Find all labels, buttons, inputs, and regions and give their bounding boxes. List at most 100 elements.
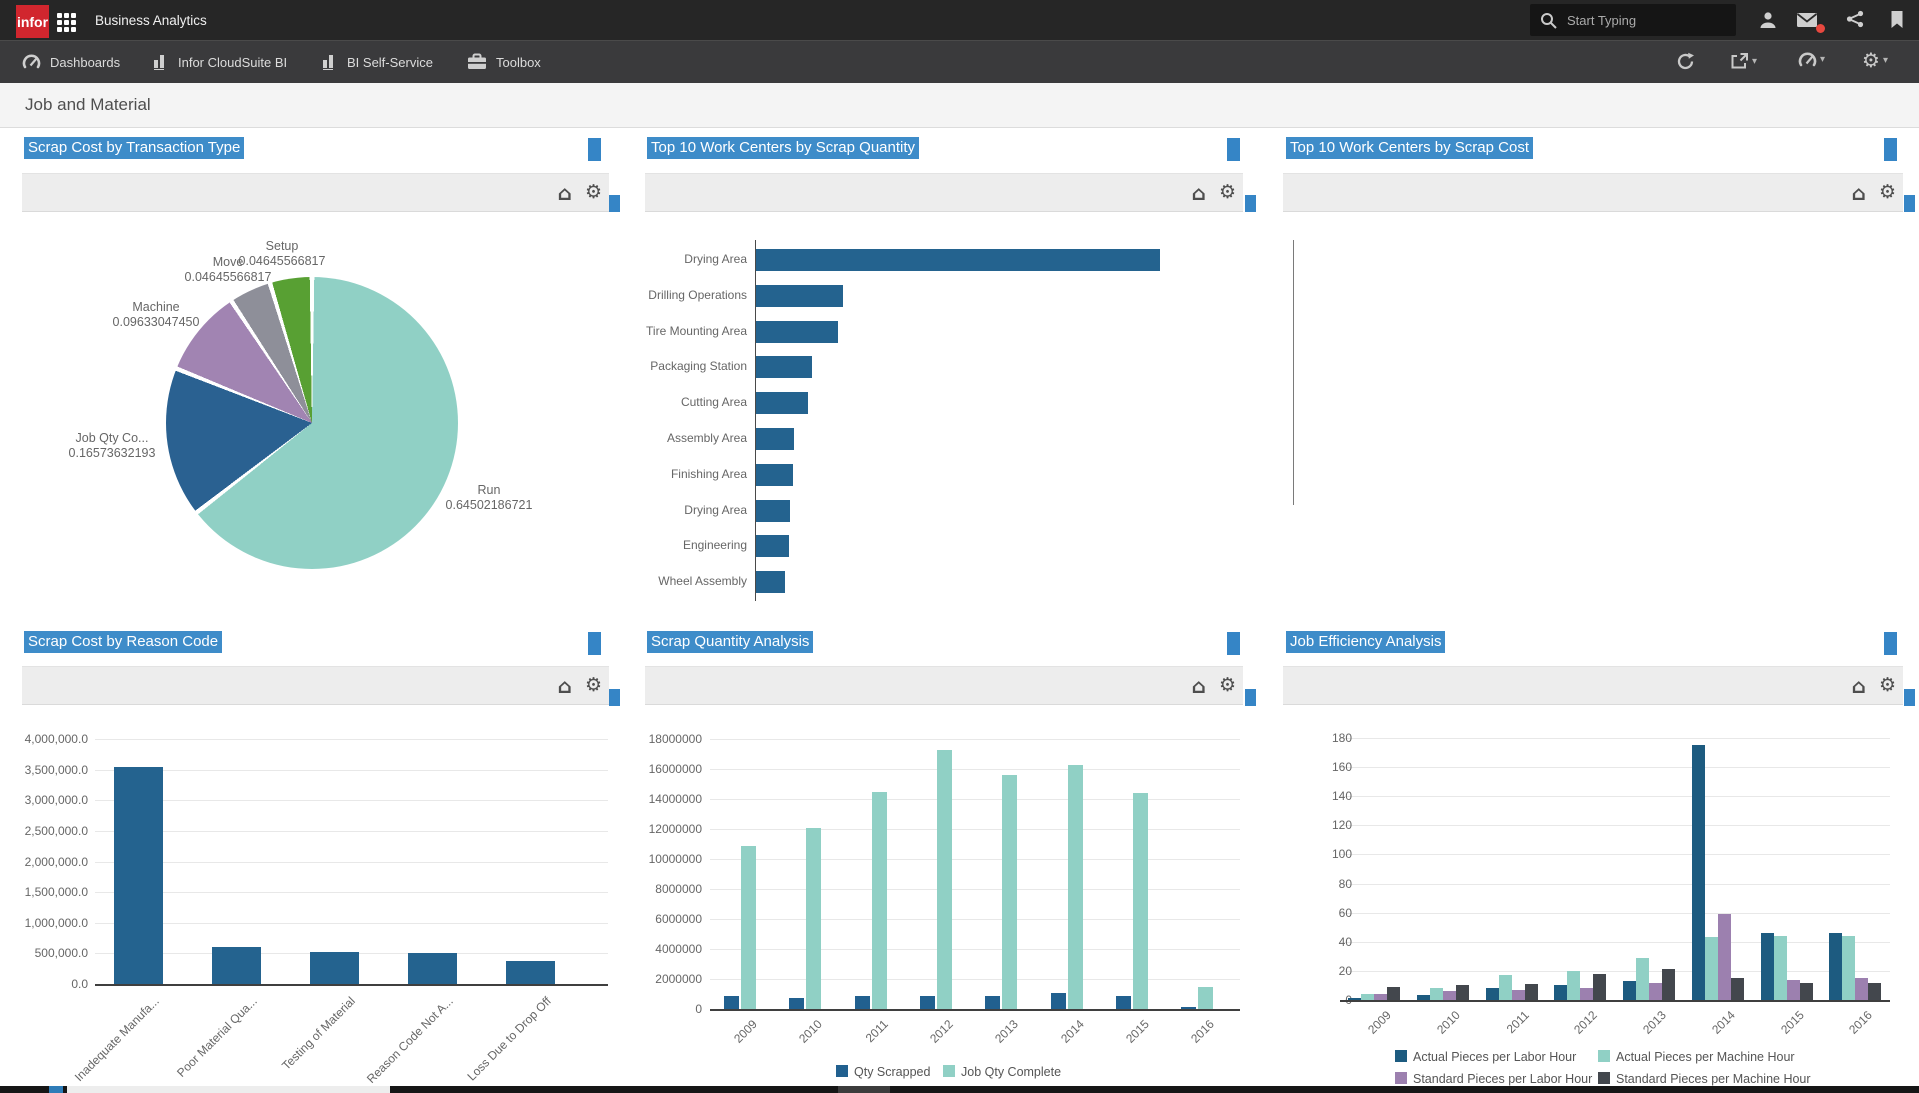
- bar[interactable]: [1731, 978, 1744, 1000]
- gear-icon[interactable]: ⚙: [1219, 183, 1236, 202]
- bar[interactable]: [1525, 984, 1538, 1000]
- bar[interactable]: [1181, 1007, 1196, 1009]
- bar[interactable]: [1705, 937, 1718, 1000]
- panel-mini-handle[interactable]: [609, 195, 620, 212]
- bar[interactable]: [408, 953, 457, 984]
- search-input[interactable]: [1565, 12, 1719, 29]
- bar[interactable]: [1198, 987, 1213, 1010]
- panel-mini-handle[interactable]: [1245, 689, 1256, 706]
- bookmark-icon[interactable]: [1890, 10, 1904, 34]
- bar[interactable]: [1417, 995, 1430, 1000]
- export-icon[interactable]: ▾: [1730, 52, 1757, 70]
- bar[interactable]: [1567, 971, 1580, 1000]
- bar[interactable]: [1718, 914, 1731, 1000]
- nav-item-infor-cloudsuite-bi[interactable]: Infor CloudSuite BI: [152, 41, 287, 84]
- user-icon[interactable]: [1758, 10, 1778, 35]
- home-icon[interactable]: ⌂: [1852, 183, 1866, 203]
- bar[interactable]: [1002, 775, 1017, 1009]
- panel-resize-handle[interactable]: [1227, 632, 1240, 655]
- bar[interactable]: [756, 285, 843, 307]
- bar[interactable]: [756, 571, 785, 593]
- bar[interactable]: [1133, 793, 1148, 1009]
- bar[interactable]: [756, 249, 1160, 271]
- bar[interactable]: [1486, 988, 1499, 1000]
- bar[interactable]: [724, 996, 739, 1010]
- panel-mini-handle[interactable]: [1904, 689, 1915, 706]
- panel-resize-handle[interactable]: [588, 632, 601, 655]
- bar[interactable]: [310, 952, 359, 984]
- bar[interactable]: [1649, 983, 1662, 1000]
- panel-title-top10-scrap-cost[interactable]: Top 10 Work Centers by Scrap Cost: [1286, 137, 1533, 159]
- legend-item[interactable]: Actual Pieces per Labor Hour: [1395, 1050, 1576, 1064]
- bar[interactable]: [741, 846, 756, 1010]
- gear-icon[interactable]: ⚙: [585, 183, 602, 202]
- legend-item[interactable]: Job Qty Complete: [943, 1065, 1061, 1079]
- panel-resize-handle[interactable]: [588, 138, 601, 161]
- bar[interactable]: [1774, 936, 1787, 1000]
- legend-item[interactable]: Actual Pieces per Machine Hour: [1598, 1050, 1795, 1064]
- bar[interactable]: [1842, 936, 1855, 1000]
- panel-mini-handle[interactable]: [1904, 195, 1915, 212]
- bar[interactable]: [855, 996, 870, 1010]
- panel-title-job-efficiency-analysis[interactable]: Job Efficiency Analysis: [1286, 631, 1445, 653]
- legend-item[interactable]: Standard Pieces per Machine Hour: [1598, 1072, 1811, 1086]
- panel-title-scrap-quantity-analysis[interactable]: Scrap Quantity Analysis: [647, 631, 813, 653]
- bar[interactable]: [872, 792, 887, 1010]
- bar[interactable]: [1662, 969, 1675, 1000]
- panel-title-top10-scrap-quantity[interactable]: Top 10 Work Centers by Scrap Quantity: [647, 137, 919, 159]
- legend-item[interactable]: Standard Pieces per Labor Hour: [1395, 1072, 1592, 1086]
- bar[interactable]: [1348, 998, 1361, 1000]
- bar[interactable]: [756, 535, 789, 557]
- bar[interactable]: [1443, 991, 1456, 1000]
- bar[interactable]: [1761, 933, 1774, 1000]
- bar[interactable]: [806, 828, 821, 1010]
- bar[interactable]: [506, 961, 555, 984]
- gear-icon[interactable]: ⚙: [1879, 183, 1896, 202]
- panel-resize-handle[interactable]: [1884, 632, 1897, 655]
- bar[interactable]: [789, 998, 804, 1009]
- bar[interactable]: [1800, 983, 1813, 1000]
- share-icon[interactable]: [1846, 10, 1864, 33]
- bar[interactable]: [1636, 958, 1649, 1000]
- dashboard-gauge-icon[interactable]: ▾: [1798, 52, 1825, 67]
- home-icon[interactable]: ⌂: [558, 676, 572, 696]
- home-icon[interactable]: ⌂: [1192, 183, 1206, 203]
- legend-item[interactable]: Qty Scrapped: [836, 1065, 930, 1079]
- bar[interactable]: [114, 767, 163, 984]
- gear-icon[interactable]: ⚙: [1879, 676, 1896, 695]
- bar[interactable]: [212, 947, 261, 984]
- bar[interactable]: [1692, 745, 1705, 1000]
- bar[interactable]: [756, 428, 794, 450]
- bar[interactable]: [937, 750, 952, 1010]
- nav-item-bi-self-service[interactable]: BI Self-Service: [321, 41, 433, 84]
- bar[interactable]: [1499, 975, 1512, 1000]
- bar[interactable]: [756, 356, 812, 378]
- bar[interactable]: [756, 321, 838, 343]
- mail-icon[interactable]: [1796, 12, 1818, 33]
- bar[interactable]: [756, 464, 793, 486]
- panel-resize-handle[interactable]: [1227, 138, 1240, 161]
- bar[interactable]: [920, 996, 935, 1009]
- app-grid-icon[interactable]: [57, 13, 77, 33]
- settings-gear-icon[interactable]: ⚙ ▾: [1862, 50, 1888, 70]
- home-icon[interactable]: ⌂: [1852, 676, 1866, 696]
- bar[interactable]: [1361, 994, 1374, 1000]
- nav-item-dashboards[interactable]: Dashboards: [22, 41, 120, 84]
- infor-logo[interactable]: infor: [16, 5, 49, 38]
- nav-item-toolbox[interactable]: Toolbox: [467, 41, 541, 84]
- bar[interactable]: [1593, 974, 1606, 1000]
- global-search[interactable]: [1530, 4, 1736, 36]
- scrollbar-thumb[interactable]: [67, 1086, 390, 1093]
- refresh-icon[interactable]: [1676, 52, 1695, 71]
- bar[interactable]: [1387, 987, 1400, 1000]
- bar[interactable]: [1868, 983, 1881, 1000]
- bar[interactable]: [1787, 980, 1800, 1000]
- bar[interactable]: [756, 500, 790, 522]
- panel-resize-handle[interactable]: [1884, 138, 1897, 161]
- bar[interactable]: [1580, 988, 1593, 1000]
- horizontal-scrollbar[interactable]: [0, 1086, 1919, 1093]
- panel-mini-handle[interactable]: [1245, 195, 1256, 212]
- panel-title-scrap-cost-by-transaction-type[interactable]: Scrap Cost by Transaction Type: [24, 137, 244, 159]
- bar[interactable]: [1374, 994, 1387, 1000]
- gear-icon[interactable]: ⚙: [1219, 676, 1236, 695]
